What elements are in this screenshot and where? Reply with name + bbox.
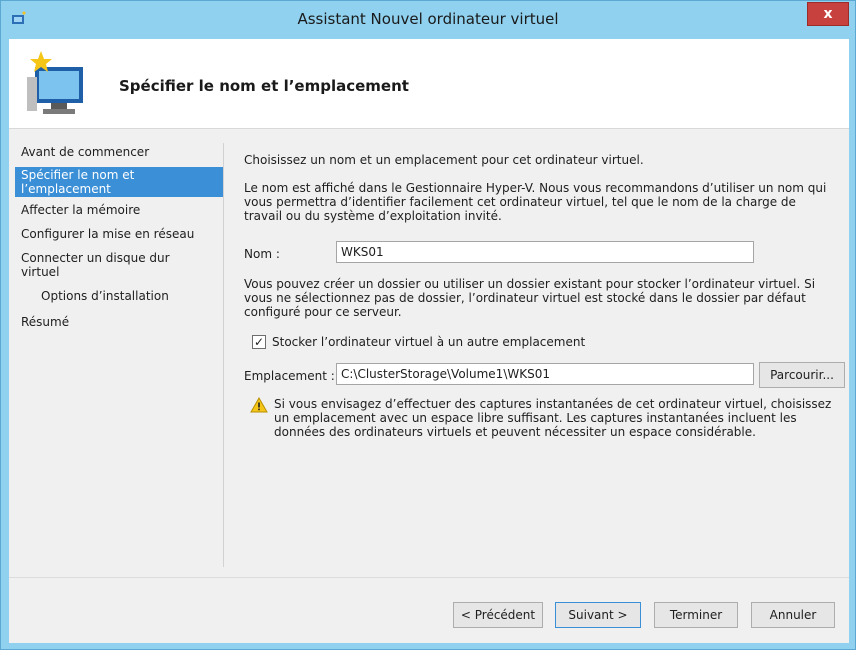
browse-button[interactable]: Parcourir... xyxy=(759,362,845,388)
nav-item-options-installation[interactable]: Options d’installation xyxy=(15,287,223,313)
nav-item-reseau[interactable]: Configurer la mise en réseau xyxy=(15,225,223,249)
wizard-client-area: Spécifier le nom et l’emplacement Avant … xyxy=(9,39,849,643)
wizard-window: Assistant Nouvel ordinateur virtuel x Sp… xyxy=(0,0,856,650)
nav-item-memoire[interactable]: Affecter la mémoire xyxy=(15,201,223,225)
wizard-header: Spécifier le nom et l’emplacement xyxy=(9,39,849,129)
previous-button[interactable]: < Précédent xyxy=(453,602,543,628)
window-title: Assistant Nouvel ordinateur virtuel xyxy=(297,10,559,28)
nav-divider xyxy=(223,143,224,567)
wizard-steps-nav: Avant de commencer Spécifier le nom et l… xyxy=(15,143,223,337)
hyperv-vm-wizard-icon xyxy=(27,51,83,114)
warning-text: Si vous envisagez d’effectuer des captur… xyxy=(274,397,832,439)
close-button[interactable]: x xyxy=(807,2,849,26)
store-elsewhere-label[interactable]: Stocker l’ordinateur virtuel à un autre … xyxy=(272,335,585,349)
nav-item-avant-de-commencer[interactable]: Avant de commencer xyxy=(15,143,223,167)
page-title: Spécifier le nom et l’emplacement xyxy=(119,77,409,95)
cancel-button[interactable]: Annuler xyxy=(751,602,835,628)
footer-separator xyxy=(9,577,849,578)
next-button[interactable]: Suivant > xyxy=(555,602,641,628)
title-bar[interactable]: Assistant Nouvel ordinateur virtuel x xyxy=(1,1,855,39)
name-input[interactable]: WKS01 xyxy=(336,241,754,263)
intro-text: Choisissez un nom et un emplacement pour… xyxy=(244,153,644,167)
finish-button[interactable]: Terminer xyxy=(654,602,738,628)
warning-icon xyxy=(250,397,268,413)
nav-item-resume[interactable]: Résumé xyxy=(15,313,223,337)
folder-text: Vous pouvez créer un dossier ou utiliser… xyxy=(244,277,816,319)
nav-item-nom-emplacement[interactable]: Spécifier le nom et l’emplacement xyxy=(15,167,223,197)
store-elsewhere-checkbox[interactable]: ✓ xyxy=(252,335,266,349)
nav-item-disque-dur[interactable]: Connecter un disque dur virtuel xyxy=(15,249,185,287)
location-input[interactable]: C:\ClusterStorage\Volume1\WKS01 xyxy=(336,363,754,385)
location-label: Emplacement : xyxy=(244,369,335,383)
name-label: Nom : xyxy=(244,247,280,261)
description-text: Le nom est affiché dans le Gestionnaire … xyxy=(244,181,827,223)
